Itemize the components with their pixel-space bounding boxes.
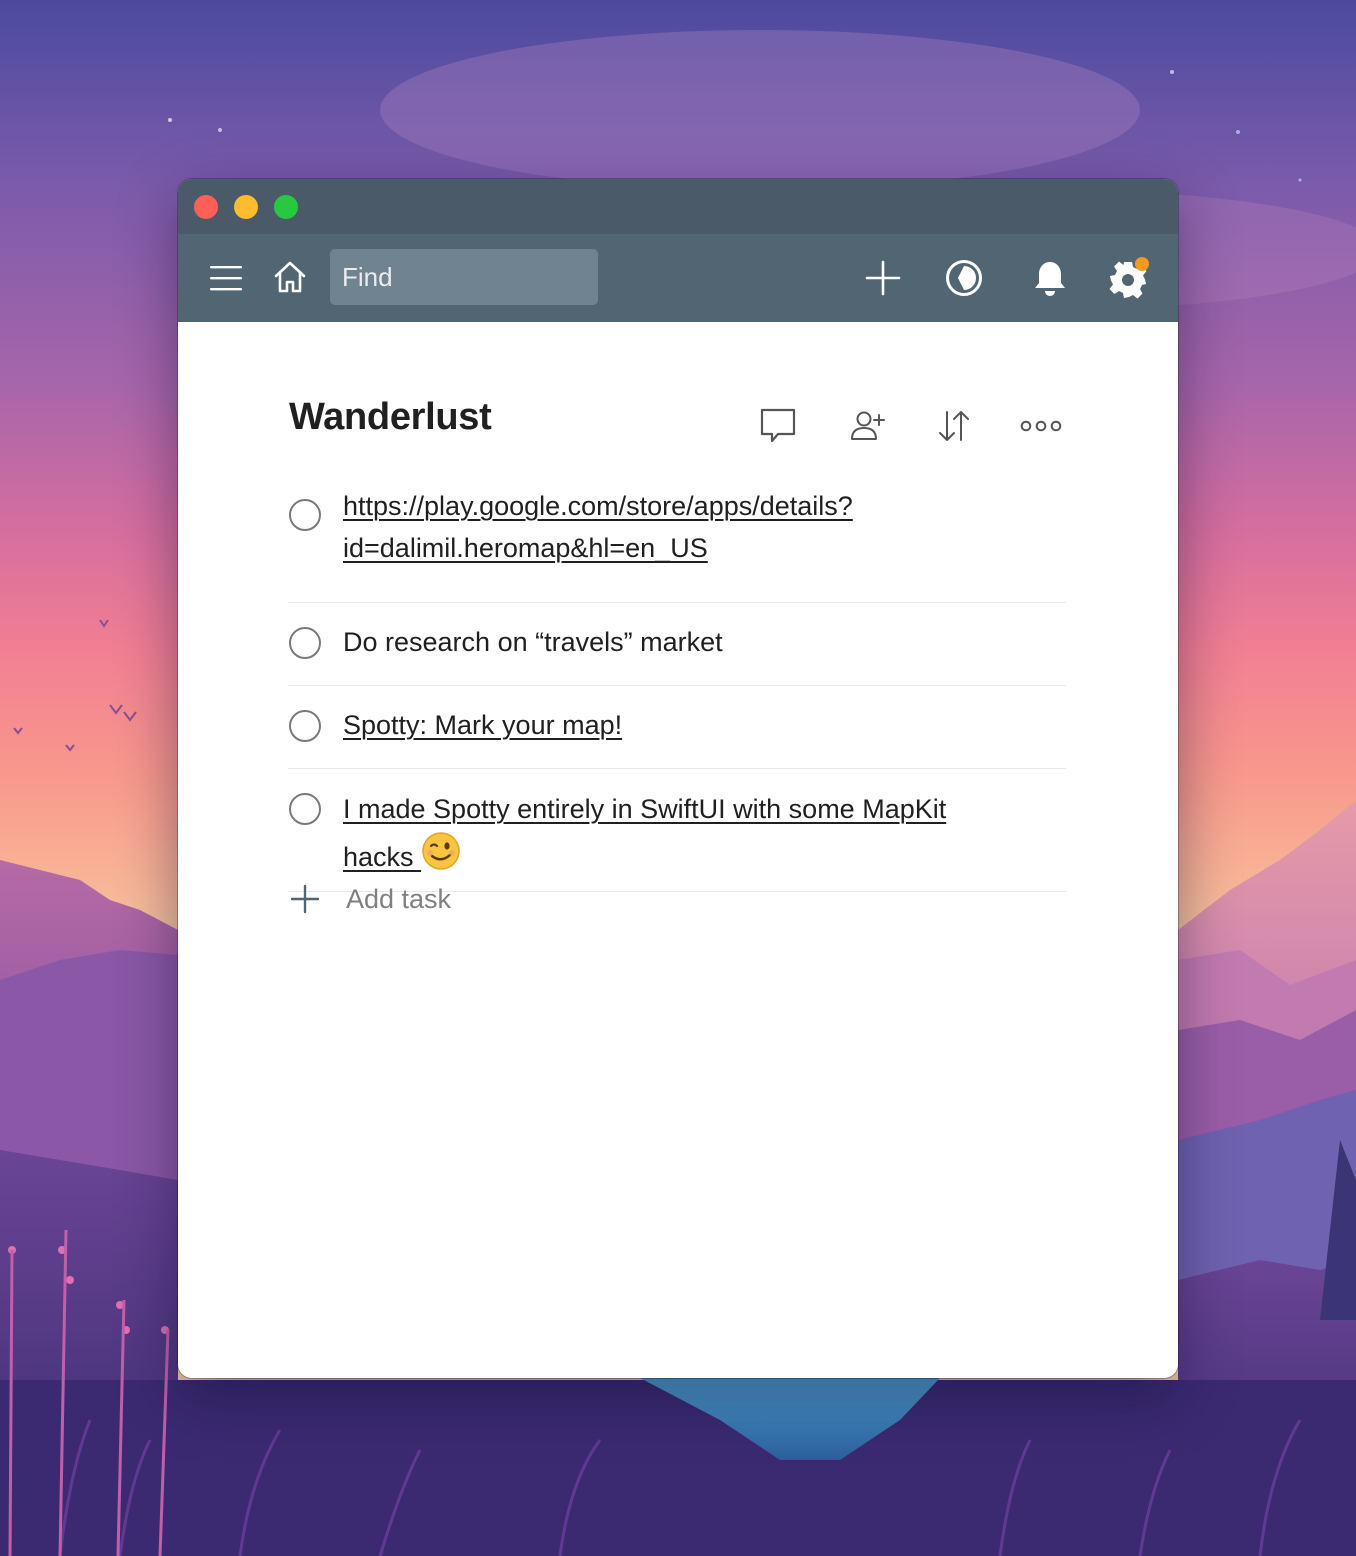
task-checkbox[interactable]	[289, 793, 321, 825]
add-task-label: Add task	[346, 883, 452, 914]
plus-icon[interactable]	[862, 257, 904, 299]
home-icon[interactable]	[270, 257, 310, 297]
winking-face-emoji	[421, 832, 463, 886]
add-person-icon[interactable]	[846, 406, 890, 446]
task-list: https://play.google.com/store/apps/detai…	[288, 482, 1066, 892]
top-toolbar	[178, 234, 1178, 322]
task-link[interactable]: I made Spotty entirely in SwiftUI with s…	[343, 787, 946, 886]
title-bar	[178, 179, 1178, 234]
task-title[interactable]: Do research on “travels” market	[343, 621, 723, 663]
maximize-window-button[interactable]	[274, 195, 298, 219]
bell-icon[interactable]	[1028, 256, 1072, 300]
desktop-wallpaper: Wanderlust	[0, 0, 1356, 1556]
minimize-window-button[interactable]	[234, 195, 258, 219]
comment-icon[interactable]	[756, 406, 800, 446]
task-item[interactable]: https://play.google.com/store/apps/detai…	[288, 482, 1066, 603]
more-icon[interactable]	[1018, 406, 1064, 446]
search-input[interactable]	[342, 261, 582, 293]
add-task-button[interactable]: Add task	[288, 882, 451, 916]
task-checkbox[interactable]	[289, 627, 321, 659]
plus-icon	[290, 884, 320, 914]
productivity-icon[interactable]	[942, 256, 986, 300]
task-checkbox[interactable]	[289, 499, 321, 531]
close-window-button[interactable]	[194, 195, 218, 219]
app-window: Wanderlust	[178, 179, 1178, 1378]
task-item[interactable]: I made Spotty entirely in SwiftUI with s…	[288, 769, 1066, 892]
task-link-line[interactable]: https://play.google.com/store/apps/detai…	[343, 491, 853, 521]
project-content: Wanderlust https://play.google.com/store…	[178, 322, 1178, 1378]
task-item[interactable]: Spotty: Mark your map!	[288, 686, 1066, 769]
task-link[interactable]: https://play.google.com/store/apps/detai…	[343, 485, 853, 569]
search-field[interactable]	[330, 249, 598, 305]
task-link[interactable]: Spotty: Mark your map!	[343, 704, 622, 746]
task-link-line[interactable]: I made Spotty entirely in SwiftUI with s…	[343, 794, 946, 824]
project-title: Wanderlust	[289, 396, 492, 438]
task-link-line[interactable]: id=dalimil.heromap&hl=en_US	[343, 533, 708, 563]
task-checkbox[interactable]	[289, 710, 321, 742]
notification-badge	[1135, 257, 1149, 271]
sort-icon[interactable]	[932, 406, 976, 446]
hamburger-menu-icon[interactable]	[206, 258, 246, 298]
gear-icon[interactable]	[1104, 254, 1152, 302]
task-item[interactable]: Do research on “travels” market	[288, 603, 1066, 686]
task-link-line[interactable]: hacks	[343, 842, 421, 872]
